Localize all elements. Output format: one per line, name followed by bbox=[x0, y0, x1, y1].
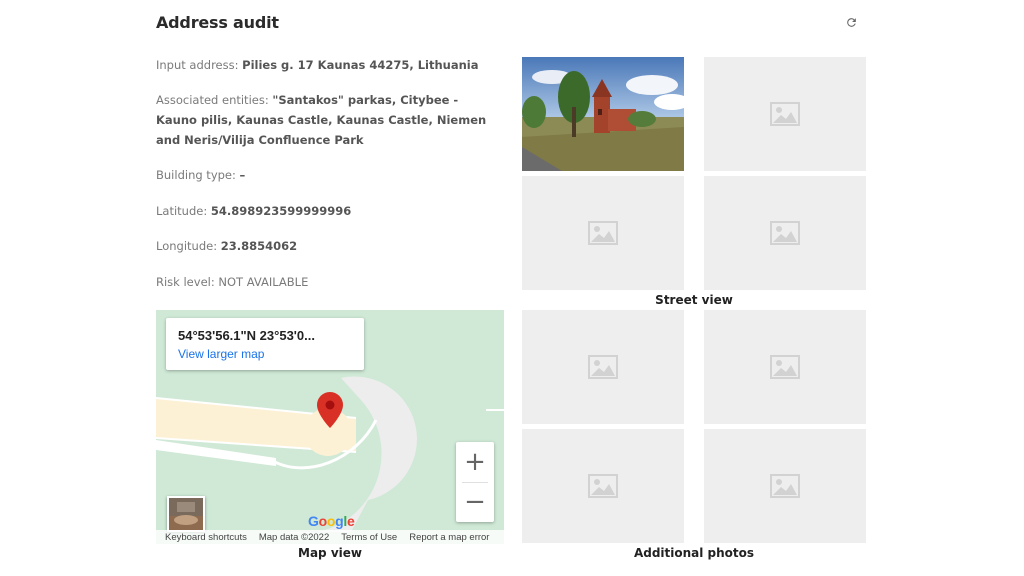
report-map-error-link[interactable]: Report a map error bbox=[403, 532, 495, 543]
map-coords: 54°53'56.1"N 23°53'0... bbox=[178, 328, 315, 343]
google-letter: G bbox=[308, 513, 319, 529]
associated-entities-label: Associated entities: bbox=[156, 93, 273, 107]
longitude-label: Longitude: bbox=[156, 239, 221, 253]
photo-placeholder[interactable] bbox=[704, 57, 866, 171]
image-placeholder-icon bbox=[770, 355, 800, 379]
google-logo: Google bbox=[308, 513, 355, 529]
building-type-value: – bbox=[239, 168, 246, 182]
image-placeholder-icon bbox=[770, 221, 800, 245]
latitude-label: Latitude: bbox=[156, 204, 211, 218]
additional-photos-caption: Additional photos bbox=[633, 546, 755, 560]
photo-placeholder[interactable] bbox=[704, 176, 866, 290]
street-view-caption: Street view bbox=[655, 293, 733, 307]
photo-placeholder[interactable] bbox=[704, 310, 866, 424]
castle-photo-image bbox=[522, 57, 684, 171]
map-view[interactable]: 54°53'56.1"N 23°53'0... View larger map … bbox=[156, 310, 504, 544]
terms-of-use-link[interactable]: Terms of Use bbox=[335, 532, 403, 543]
map-info-card: 54°53'56.1"N 23°53'0... View larger map bbox=[166, 318, 364, 370]
street-view-thumbnail-icon bbox=[169, 498, 203, 530]
photo-placeholder[interactable] bbox=[522, 176, 684, 290]
risk-level-label: Risk level: bbox=[156, 275, 219, 289]
keyboard-shortcuts-link[interactable]: Keyboard shortcuts bbox=[156, 532, 253, 543]
page-title: Address audit bbox=[156, 13, 279, 32]
longitude-value: 23.8854062 bbox=[220, 239, 298, 253]
map-data-text: Map data ©2022 bbox=[258, 531, 330, 543]
image-placeholder-icon bbox=[588, 355, 618, 379]
image-placeholder-icon bbox=[588, 474, 618, 498]
photo-placeholder[interactable] bbox=[522, 310, 684, 424]
google-letter: e bbox=[346, 513, 355, 529]
latitude-row: Latitude: 54.898923599999996 bbox=[156, 201, 496, 221]
google-letter: o bbox=[326, 513, 336, 529]
input-address-value: Pilies g. 17 Kaunas 44275, Lithuania bbox=[242, 58, 479, 72]
google-letter: o bbox=[318, 513, 328, 529]
map-view-caption: Map view bbox=[298, 546, 362, 560]
latitude-value: 54.898923599999996 bbox=[210, 204, 352, 218]
zoom-divider bbox=[462, 482, 488, 483]
map-footer: Keyboard shortcuts Map data ©2022 Terms … bbox=[156, 530, 504, 544]
building-type-label: Building type: bbox=[156, 168, 240, 182]
image-placeholder-icon bbox=[588, 221, 618, 245]
refresh-button[interactable] bbox=[843, 14, 859, 30]
street-view-thumbnail-button[interactable] bbox=[167, 496, 205, 532]
risk-level-row: Risk level: NOT AVAILABLE bbox=[156, 272, 496, 292]
building-type-row: Building type: – bbox=[156, 165, 496, 185]
street-view-photo[interactable] bbox=[522, 57, 684, 171]
zoom-in-button[interactable]: + bbox=[456, 442, 494, 482]
image-placeholder-icon bbox=[770, 102, 800, 126]
input-address-row: Input address: Pilies g. 17 Kaunas 44275… bbox=[156, 55, 496, 75]
map-pin-icon[interactable] bbox=[317, 392, 343, 428]
risk-level-value: NOT AVAILABLE bbox=[218, 275, 309, 289]
zoom-controls: + − bbox=[456, 442, 494, 522]
image-placeholder-icon bbox=[770, 474, 800, 498]
view-larger-map-link[interactable]: View larger map bbox=[178, 347, 352, 361]
refresh-icon bbox=[846, 17, 856, 27]
associated-entities-row: Associated entities: "Santakos" parkas, … bbox=[156, 90, 496, 150]
zoom-out-button[interactable]: − bbox=[456, 482, 494, 522]
longitude-row: Longitude: 23.8854062 bbox=[156, 236, 496, 256]
input-address-label: Input address: bbox=[156, 58, 243, 72]
photo-placeholder[interactable] bbox=[704, 429, 866, 543]
photo-placeholder[interactable] bbox=[522, 429, 684, 543]
